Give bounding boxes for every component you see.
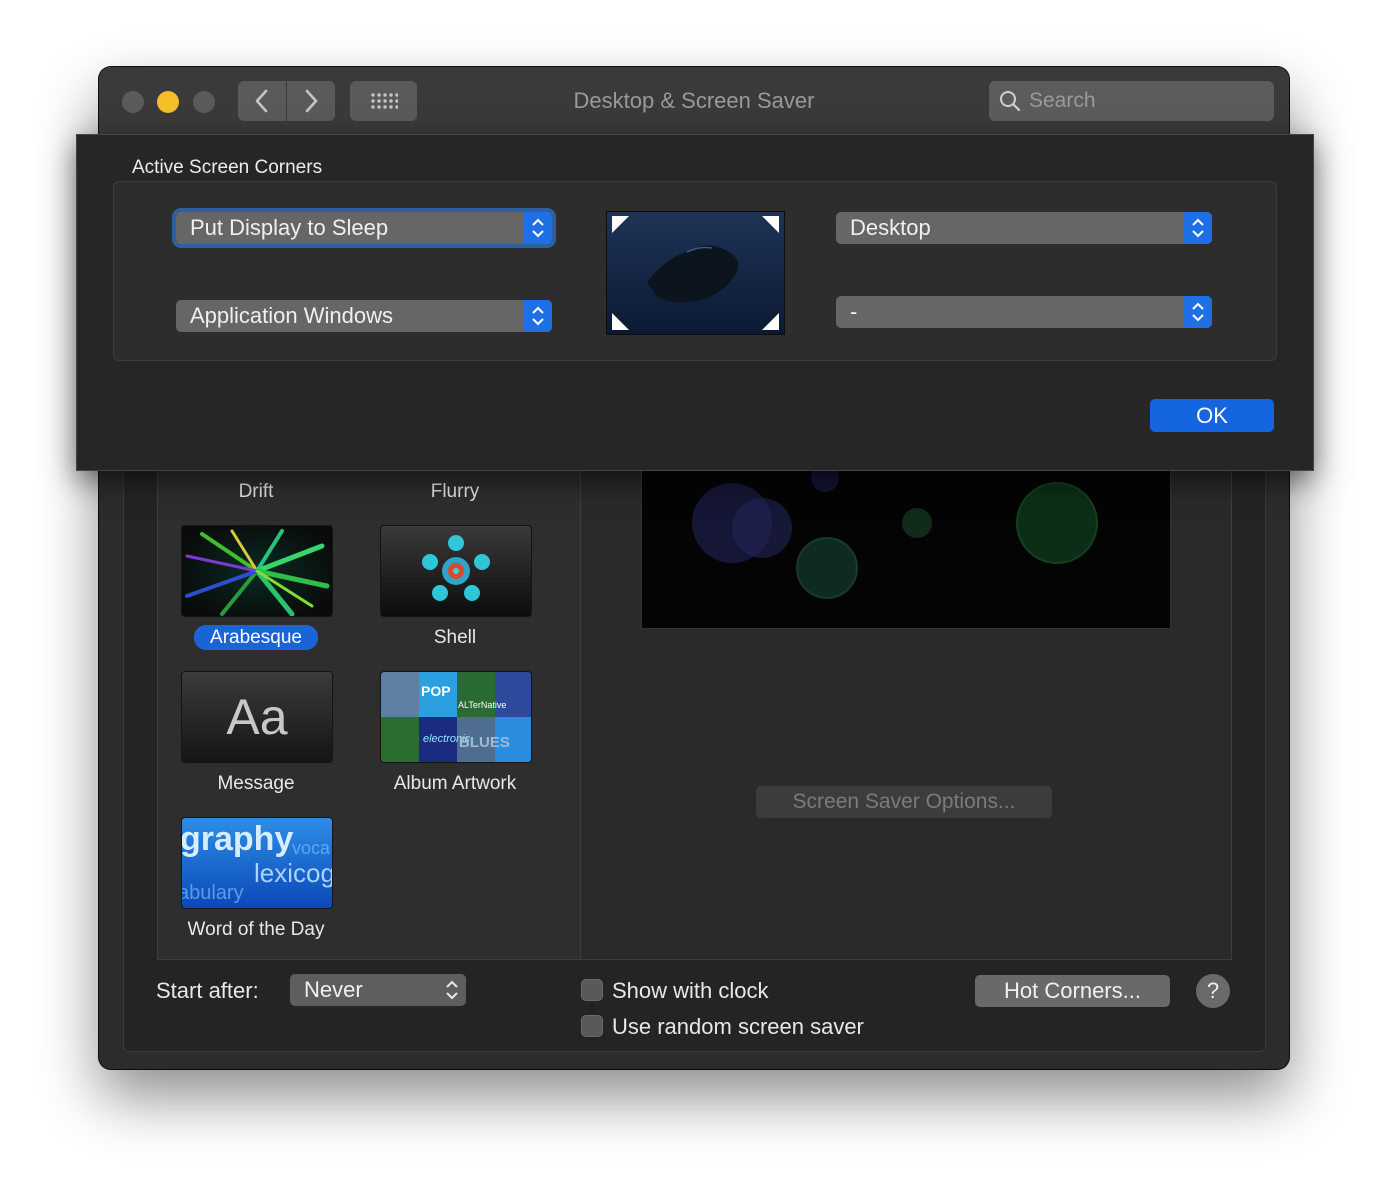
active-screen-corners-sheet: Active Screen Corners Put Display to Sle… <box>76 134 1314 471</box>
stepper-icon <box>1184 296 1212 328</box>
message-thumbnail[interactable]: Aa <box>181 671 333 763</box>
arabesque-thumbnail[interactable] <box>181 525 333 617</box>
stepper-icon <box>524 212 552 244</box>
help-button[interactable]: ? <box>1196 974 1230 1008</box>
search-placeholder: Search <box>1029 89 1096 112</box>
bottom-right-corner-popup[interactable]: - <box>836 296 1212 328</box>
word-of-the-day-thumbnail[interactable]: graphy voca lexicog abulary <box>181 817 333 909</box>
bottom-right-corner-value: - <box>850 299 858 324</box>
album-artwork-thumbnail[interactable]: POP ALTerNative electronic BLUES <box>380 671 532 763</box>
word-sample-3: lexicog <box>254 858 333 888</box>
word-sample-2: voca <box>292 838 331 858</box>
stepper-icon <box>524 300 552 332</box>
search-icon <box>1000 91 1021 112</box>
bottom-left-corner-popup[interactable]: Application Windows <box>176 300 552 332</box>
word-sample-1: graphy <box>181 820 294 858</box>
album-text-blues: BLUES <box>459 734 510 751</box>
word-sample-4: abulary <box>181 882 244 904</box>
screen-saver-options-button[interactable]: Screen Saver Options... <box>756 786 1052 818</box>
top-left-corner-popup[interactable]: Put Display to Sleep <box>176 212 552 244</box>
use-random-label[interactable]: Use random screen saver <box>612 1014 864 1040</box>
bottom-left-corner-value: Application Windows <box>190 303 393 328</box>
arabesque-label[interactable]: Arabesque <box>156 625 356 650</box>
top-right-corner-popup[interactable]: Desktop <box>836 212 1212 244</box>
screen-saver-preview <box>641 467 1171 629</box>
album-text-alternative: ALTerNative <box>458 700 506 710</box>
search-field[interactable]: Search <box>989 81 1274 121</box>
show-with-clock-checkbox[interactable] <box>581 979 603 1001</box>
message-sample-text: Aa <box>226 689 288 745</box>
message-label[interactable]: Message <box>156 773 356 795</box>
top-left-corner-value: Put Display to Sleep <box>190 215 389 240</box>
use-random-checkbox[interactable] <box>581 1015 603 1037</box>
stepper-icon <box>438 974 466 1006</box>
album-artwork-label[interactable]: Album Artwork <box>355 773 555 795</box>
shell-thumbnail[interactable] <box>380 525 532 617</box>
stepper-icon <box>1184 212 1212 244</box>
flurry-label[interactable]: Flurry <box>355 481 555 503</box>
ok-button[interactable]: OK <box>1150 399 1274 432</box>
word-of-the-day-label[interactable]: Word of the Day <box>156 919 356 941</box>
drift-label[interactable]: Drift <box>156 481 356 503</box>
titlebar: Desktop & Screen Saver Search <box>99 67 1289 136</box>
show-with-clock-label[interactable]: Show with clock <box>612 978 769 1004</box>
start-after-value: Never <box>304 977 363 1002</box>
shell-label[interactable]: Shell <box>355 627 555 649</box>
desktop-preview-image <box>606 211 785 335</box>
top-right-corner-value: Desktop <box>850 215 931 240</box>
album-text-pop: POP <box>421 683 451 699</box>
screen-saver-list[interactable]: Drift Flurry Arabesque Shell Aa Message … <box>156 403 582 960</box>
sheet-title: Active Screen Corners <box>132 157 323 178</box>
start-after-popup[interactable]: Never <box>290 974 466 1006</box>
hot-corners-button[interactable]: Hot Corners... <box>975 975 1170 1007</box>
start-after-label: Start after: <box>156 978 259 1003</box>
